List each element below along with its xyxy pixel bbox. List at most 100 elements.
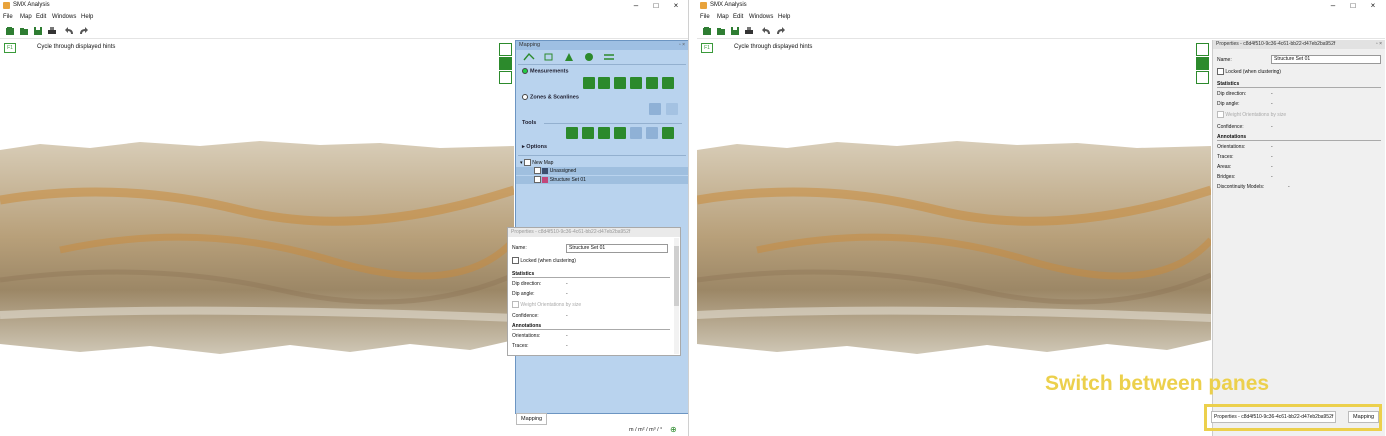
- undo-icon[interactable]: [65, 26, 75, 36]
- polyline-icon[interactable]: [614, 77, 626, 89]
- locked-checkbox[interactable]: Locked (when clustering): [512, 257, 576, 264]
- redo-icon[interactable]: [78, 26, 88, 36]
- menu-help[interactable]: Help: [81, 14, 93, 20]
- minimize-icon[interactable]: –: [628, 1, 644, 11]
- camera-tool-icon[interactable]: [566, 127, 578, 139]
- weight-label: Weight Orientations by size: [520, 301, 582, 308]
- app-logo-icon: [3, 2, 10, 9]
- zones-radio[interactable]: Zones & Scanlines: [522, 94, 579, 100]
- confidence-label: Confidence:: [1217, 124, 1244, 130]
- camera-view-icon[interactable]: [499, 43, 512, 56]
- close-icon[interactable]: ×: [1365, 1, 1381, 11]
- properties-header[interactable]: Properties - c8d4f510-9c36-4c61-bb22-d47…: [508, 228, 680, 237]
- window-title: SMX Analysis: [710, 2, 747, 8]
- open-folder-icon[interactable]: [19, 26, 29, 36]
- zones-label: Zones & Scanlines: [530, 94, 579, 101]
- camera-view-icon[interactable]: [1196, 43, 1209, 56]
- stereonet-tool-icon[interactable]: [614, 127, 626, 139]
- close-icon[interactable]: ×: [668, 1, 684, 11]
- confidence-label: Confidence:: [512, 313, 539, 319]
- orientations-label: Orientations:: [512, 333, 541, 339]
- measurements-label: Measurements: [530, 68, 569, 75]
- cluster-tool-icon[interactable]: [598, 127, 610, 139]
- panel-pin-close-icon[interactable]: ▫ ×: [1376, 40, 1382, 49]
- app-window-left: SMX Analysis – □ × File Map Edit Windows…: [0, 0, 689, 436]
- menu-edit[interactable]: Edit: [733, 14, 743, 20]
- hint-text: Cycle through displayed hints: [734, 44, 813, 50]
- save-icon[interactable]: [730, 26, 740, 36]
- toolbar: [0, 24, 688, 39]
- properties-title: Properties - c8d4f510-9c36-4c61-bb22-d47…: [511, 229, 631, 235]
- plane-icon[interactable]: [646, 77, 658, 89]
- menu-file[interactable]: File: [3, 14, 13, 20]
- menu-map[interactable]: Map: [717, 14, 729, 20]
- curve-tool-icon[interactable]: [646, 127, 658, 139]
- bottom-tab-mapping[interactable]: Mapping: [1348, 411, 1380, 423]
- fit-view-icon[interactable]: [1196, 57, 1209, 70]
- name-input[interactable]: Structure Set 01: [1271, 55, 1381, 64]
- traces-value: -: [566, 343, 568, 349]
- properties-scrollbar[interactable]: [674, 238, 679, 354]
- filter-tool-icon[interactable]: [582, 127, 594, 139]
- name-input[interactable]: Structure Set 01: [566, 244, 668, 253]
- tree-item-unassigned[interactable]: Unassigned: [516, 167, 688, 175]
- app-window-right: SMX Analysis – □ × File Map Edit Windows…: [697, 0, 1385, 436]
- fit-view-icon[interactable]: [499, 57, 512, 70]
- menu-edit[interactable]: Edit: [36, 14, 46, 20]
- confidence-value: -: [1271, 124, 1273, 130]
- tab-zones-icon[interactable]: [542, 51, 556, 63]
- minimize-icon[interactable]: –: [1325, 1, 1341, 11]
- menu-windows[interactable]: Windows: [749, 14, 773, 20]
- tab-cluster-icon[interactable]: [582, 51, 596, 63]
- bottom-tab-mapping[interactable]: Mapping: [516, 413, 548, 425]
- color-swatch: [542, 176, 549, 183]
- tab-measure-icon[interactable]: [522, 51, 536, 63]
- weight-checkbox[interactable]: Weight Orientations by size: [512, 301, 581, 308]
- new-file-icon[interactable]: [5, 26, 15, 36]
- menu-windows[interactable]: Windows: [52, 14, 76, 20]
- redo-icon[interactable]: [775, 26, 785, 36]
- bottom-tab-properties[interactable]: Properties - c8d4f510-9c36-4c61-bb22-d47…: [1211, 411, 1337, 423]
- menu-help[interactable]: Help: [778, 14, 790, 20]
- scanline-tool-icon[interactable]: [666, 103, 678, 115]
- add-tool-icon[interactable]: [662, 127, 674, 139]
- bridge-icon[interactable]: [662, 77, 674, 89]
- dip-angle-label: Dip angle:: [1217, 101, 1240, 107]
- properties-floating-pane[interactable]: Properties - c8d4f510-9c36-4c61-bb22-d47…: [507, 227, 681, 356]
- tree-item-structure-set[interactable]: Structure Set 01: [516, 176, 688, 184]
- crop-view-icon[interactable]: [1196, 71, 1209, 84]
- rock-face-model[interactable]: [0, 140, 514, 357]
- measurements-radio[interactable]: Measurements: [522, 68, 569, 74]
- tree-root-label: New Map: [532, 160, 554, 166]
- undo-icon[interactable]: [762, 26, 772, 36]
- color-swatch: [542, 167, 549, 174]
- print-icon[interactable]: [744, 26, 754, 36]
- tab-settings-icon[interactable]: [602, 51, 616, 63]
- 3d-viewport[interactable]: F1 Cycle through displayed hints: [0, 39, 514, 433]
- line-measure-icon[interactable]: [583, 77, 595, 89]
- crop-view-icon[interactable]: [499, 71, 512, 84]
- trace-icon[interactable]: [598, 77, 610, 89]
- properties-header[interactable]: Properties - c8d4f510-9c36-4c61-bb22-d47…: [1213, 40, 1385, 49]
- menu-map[interactable]: Map: [20, 14, 32, 20]
- new-file-icon[interactable]: [702, 26, 712, 36]
- print-icon[interactable]: [47, 26, 57, 36]
- options-expander[interactable]: ▸ Options: [522, 144, 547, 150]
- tab-orient-icon[interactable]: [562, 51, 576, 63]
- locked-label: Locked (when clustering): [520, 257, 576, 264]
- open-folder-icon[interactable]: [716, 26, 726, 36]
- tree-root[interactable]: ▾ New Map: [516, 159, 688, 167]
- weight-checkbox[interactable]: Weight Orientations by size: [1217, 111, 1286, 118]
- save-icon[interactable]: [33, 26, 43, 36]
- maximize-icon[interactable]: □: [1345, 1, 1361, 11]
- area-icon[interactable]: [630, 77, 642, 89]
- maximize-icon[interactable]: □: [648, 1, 664, 11]
- name-label: Name:: [512, 245, 527, 251]
- panel-pin-close-icon[interactable]: ▫ ×: [679, 41, 685, 50]
- menu-file[interactable]: File: [700, 14, 710, 20]
- orientations-value: -: [1271, 144, 1273, 150]
- rock-face-model[interactable]: [697, 140, 1211, 357]
- locked-checkbox[interactable]: Locked (when clustering): [1217, 68, 1281, 75]
- sphere-tool-icon[interactable]: [630, 127, 642, 139]
- zone-tool-icon[interactable]: [649, 103, 661, 115]
